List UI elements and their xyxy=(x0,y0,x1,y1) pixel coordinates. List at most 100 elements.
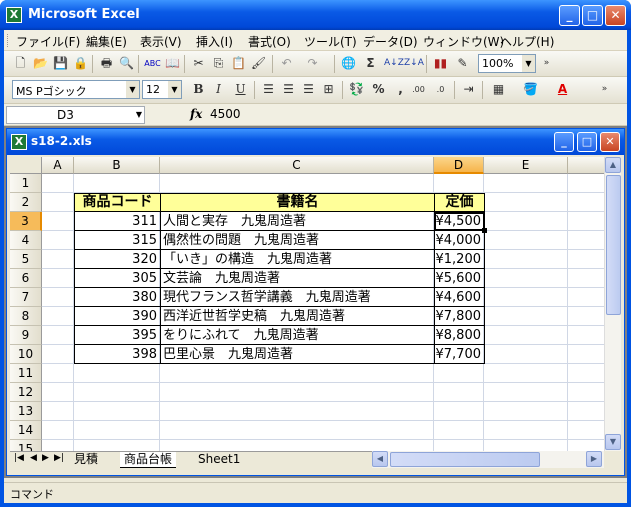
permission-icon[interactable]: 🔒 xyxy=(72,55,89,72)
redo-icon[interactable]: ↷ xyxy=(304,55,321,72)
zoom-select[interactable]: 100% ▼ xyxy=(478,54,536,73)
new-icon[interactable]: 🗋 xyxy=(12,55,29,72)
cell-price[interactable]: ¥8,800 xyxy=(434,326,485,345)
cell-code[interactable]: 395 xyxy=(74,326,161,345)
italic-button[interactable]: I xyxy=(210,81,227,98)
cell-title[interactable]: 西洋近世哲学史稿 九鬼周造著 xyxy=(160,307,435,326)
cell-title[interactable]: をりにふれて 九鬼周造著 xyxy=(160,326,435,345)
header-title[interactable]: 書籍名 xyxy=(160,193,435,212)
menu-help[interactable]: ヘルプ(H) xyxy=(500,33,554,50)
col-header-e[interactable]: E xyxy=(484,157,568,174)
cell-price[interactable]: ¥7,700 xyxy=(434,345,485,364)
cell-code[interactable]: 320 xyxy=(74,250,161,269)
percent-button[interactable]: % xyxy=(370,81,387,98)
row-header[interactable]: 7 xyxy=(10,288,42,307)
undo-icon[interactable]: ↶ xyxy=(278,55,295,72)
drawing-icon[interactable]: ✎ xyxy=(454,55,471,72)
horizontal-scrollbar[interactable]: ◀ ▶ xyxy=(372,451,604,468)
cell-title[interactable]: 人間と実存 九鬼周造著 xyxy=(160,212,435,231)
row-header[interactable]: 11 xyxy=(10,364,42,383)
menu-format[interactable]: 書式(O) xyxy=(248,33,291,50)
menu-window[interactable]: ウィンドウ(W) xyxy=(423,33,504,50)
prev-sheet-icon[interactable]: ◀ xyxy=(30,453,37,463)
cell-price[interactable]: ¥5,600 xyxy=(434,269,485,288)
menu-insert[interactable]: 挿入(I) xyxy=(196,33,233,50)
cell-title[interactable]: 文芸論 九鬼周造著 xyxy=(160,269,435,288)
row-header[interactable]: 5 xyxy=(10,250,42,269)
header-price[interactable]: 定価 xyxy=(434,193,485,212)
menu-view[interactable]: 表示(V) xyxy=(140,33,182,50)
cell-code[interactable]: 305 xyxy=(74,269,161,288)
minimize-button[interactable]: _ xyxy=(559,5,580,26)
borders-icon[interactable]: ▦ xyxy=(490,81,507,98)
menu-data[interactable]: データ(D) xyxy=(363,33,418,50)
col-header-b[interactable]: B xyxy=(74,157,160,174)
wb-minimize-button[interactable]: _ xyxy=(554,132,574,152)
bold-button[interactable]: B xyxy=(190,81,207,98)
col-header-a[interactable]: A xyxy=(42,157,74,174)
title-bar[interactable]: X Microsoft Excel _ □ ✕ xyxy=(0,0,631,30)
select-all-corner[interactable] xyxy=(10,157,42,174)
hyperlink-icon[interactable]: 🌐 xyxy=(340,55,357,72)
toolbar-options-icon[interactable]: » xyxy=(596,81,613,98)
sort-desc-icon[interactable]: Z↓A xyxy=(404,55,424,72)
col-header-f[interactable] xyxy=(568,157,604,174)
cell-code[interactable]: 390 xyxy=(74,307,161,326)
cell-price[interactable]: ¥4,600 xyxy=(434,288,485,307)
cell-price[interactable]: ¥4,500 xyxy=(434,212,485,231)
wb-close-button[interactable]: ✕ xyxy=(600,132,620,152)
col-header-c[interactable]: C xyxy=(160,157,434,174)
formula-input[interactable]: 4500 xyxy=(210,107,241,121)
row-header[interactable]: 14 xyxy=(10,421,42,440)
row-header[interactable]: 10 xyxy=(10,345,42,364)
menu-tools[interactable]: ツール(T) xyxy=(304,33,357,50)
save-icon[interactable]: 💾 xyxy=(52,55,69,72)
row-header[interactable]: 6 xyxy=(10,269,42,288)
comma-button[interactable]: , xyxy=(392,81,409,98)
insert-function-button[interactable]: fx xyxy=(190,107,202,121)
currency-icon[interactable]: 💱 xyxy=(348,81,365,98)
last-sheet-icon[interactable]: ▶| xyxy=(54,453,64,463)
autosum-icon[interactable]: Σ xyxy=(362,55,379,72)
header-code[interactable]: 商品コード xyxy=(74,193,161,212)
row-header[interactable]: 3 xyxy=(10,212,42,231)
spreadsheet-grid[interactable]: A B C D E 1 2 3 4 5 6 7 8 9 10 11 12 13 14 15 商品コード 書籍… xyxy=(10,157,604,451)
row-header[interactable]: 1 xyxy=(10,174,42,193)
row-header[interactable]: 8 xyxy=(10,307,42,326)
cell-title[interactable]: 現代フランス哲学講義 九鬼周造著 xyxy=(160,288,435,307)
menu-edit[interactable]: 編集(E) xyxy=(86,33,127,50)
cell-code[interactable]: 398 xyxy=(74,345,161,364)
name-box[interactable]: D3 ▼ xyxy=(6,106,145,124)
cell-price[interactable]: ¥4,000 xyxy=(434,231,485,250)
h-scroll-thumb[interactable] xyxy=(390,452,540,467)
toolbar-options-icon[interactable]: » xyxy=(538,55,555,72)
row-header[interactable]: 2 xyxy=(10,193,42,212)
chart-wizard-icon[interactable]: ▮▮ xyxy=(432,55,449,72)
cell-code[interactable]: 315 xyxy=(74,231,161,250)
align-center-icon[interactable]: ☰ xyxy=(280,81,297,98)
row-header[interactable]: 13 xyxy=(10,402,42,421)
cut-icon[interactable]: ✂ xyxy=(190,55,207,72)
tab-mitsumori[interactable]: 見積 xyxy=(70,452,102,468)
cell-price[interactable]: ¥1,200 xyxy=(434,250,485,269)
row-header[interactable]: 15 xyxy=(10,440,42,451)
scroll-up-icon[interactable]: ▲ xyxy=(605,157,621,173)
maximize-button[interactable]: □ xyxy=(582,5,603,26)
tab-sheet1[interactable]: Sheet1 xyxy=(194,452,244,468)
print-preview-icon[interactable]: 🔍 xyxy=(118,55,135,72)
sort-asc-icon[interactable]: A↓Z xyxy=(384,55,404,72)
indent-icon[interactable]: ⇥ xyxy=(460,81,477,98)
wb-restore-button[interactable]: □ xyxy=(577,132,597,152)
cell-price[interactable]: ¥7,800 xyxy=(434,307,485,326)
first-sheet-icon[interactable]: |◀ xyxy=(14,453,24,463)
col-header-d[interactable]: D xyxy=(434,157,484,174)
cell-code[interactable]: 380 xyxy=(74,288,161,307)
cell-title[interactable]: 偶然性の問題 九鬼周造著 xyxy=(160,231,435,250)
copy-icon[interactable]: ⎘ xyxy=(210,55,227,72)
font-size-select[interactable]: 12 ▼ xyxy=(142,80,182,99)
font-select[interactable]: MS Pゴシック ▼ xyxy=(12,80,140,99)
decrease-decimal-icon[interactable]: .0 xyxy=(432,81,449,98)
row-header[interactable]: 4 xyxy=(10,231,42,250)
format-painter-icon[interactable]: 🖌 xyxy=(250,55,267,72)
underline-button[interactable]: U xyxy=(232,81,249,98)
